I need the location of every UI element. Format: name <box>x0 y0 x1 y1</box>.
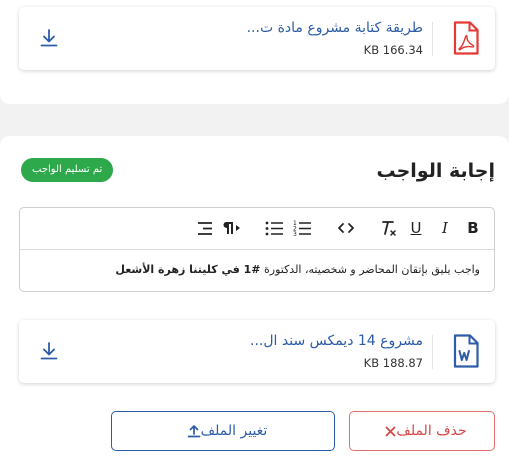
ordered-list-icon[interactable]: 1 2 3 <box>292 218 312 238</box>
status-badge: تم تسليم الواجب <box>21 158 114 182</box>
bold-button[interactable]: B <box>464 218 482 238</box>
answer-title: إجابة الواجب <box>376 160 496 182</box>
close-icon <box>385 426 396 436</box>
attachments-panel: طريقة كتابة مشروع مادة ت... KB 166.34 <box>0 0 509 104</box>
change-file-label: تغيير الملف <box>200 423 268 439</box>
pdf-icon <box>453 21 479 55</box>
text-direction-icon[interactable] <box>222 218 242 238</box>
rich-text-editor[interactable]: B I U 1 2 3 واجب يليق بإتقان المحاضر و ش… <box>19 207 495 292</box>
underline-button[interactable]: U <box>407 218 425 238</box>
editor-toolbar: B I U 1 2 3 <box>20 208 494 250</box>
clear-format-icon[interactable] <box>380 218 398 238</box>
card-divider <box>432 22 433 56</box>
answer-panel <box>0 136 509 456</box>
editor-text-bold: #1 في كليتنا زهرة الأشعل <box>115 263 261 276</box>
uploaded-file-size: KB 188.87 <box>363 356 423 370</box>
align-right-icon[interactable] <box>195 218 215 238</box>
delete-file-label: حذف الملف <box>396 423 467 439</box>
italic-button[interactable]: I <box>436 218 454 238</box>
code-icon[interactable] <box>336 218 356 238</box>
upload-icon <box>187 425 201 438</box>
uploaded-file-card: مشروع 14 ديمكس سند ال... KB 188.87 <box>19 320 495 383</box>
delete-file-button[interactable]: حذف الملف <box>349 411 495 451</box>
attachment-card: طريقة كتابة مشروع مادة ت... KB 166.34 <box>19 7 495 70</box>
editor-text-plain: واجب يليق بإتقان المحاضر و شخصيته، الدكت… <box>260 263 480 276</box>
attachment-name-link[interactable]: طريقة كتابة مشروع مادة ت... <box>93 20 423 36</box>
attachment-size: KB 166.34 <box>363 43 423 57</box>
uploaded-file-name-link[interactable]: مشروع 14 ديمكس سند ال... <box>93 333 423 349</box>
change-file-button[interactable]: تغيير الملف <box>111 411 335 451</box>
word-icon <box>453 334 479 368</box>
bullet-list-icon[interactable] <box>264 218 284 238</box>
download-icon[interactable] <box>38 340 60 362</box>
download-icon[interactable] <box>38 27 60 49</box>
svg-text:3: 3 <box>293 231 297 238</box>
card-divider <box>432 335 433 369</box>
editor-content[interactable]: واجب يليق بإتقان المحاضر و شخصيته، الدكت… <box>30 263 480 276</box>
